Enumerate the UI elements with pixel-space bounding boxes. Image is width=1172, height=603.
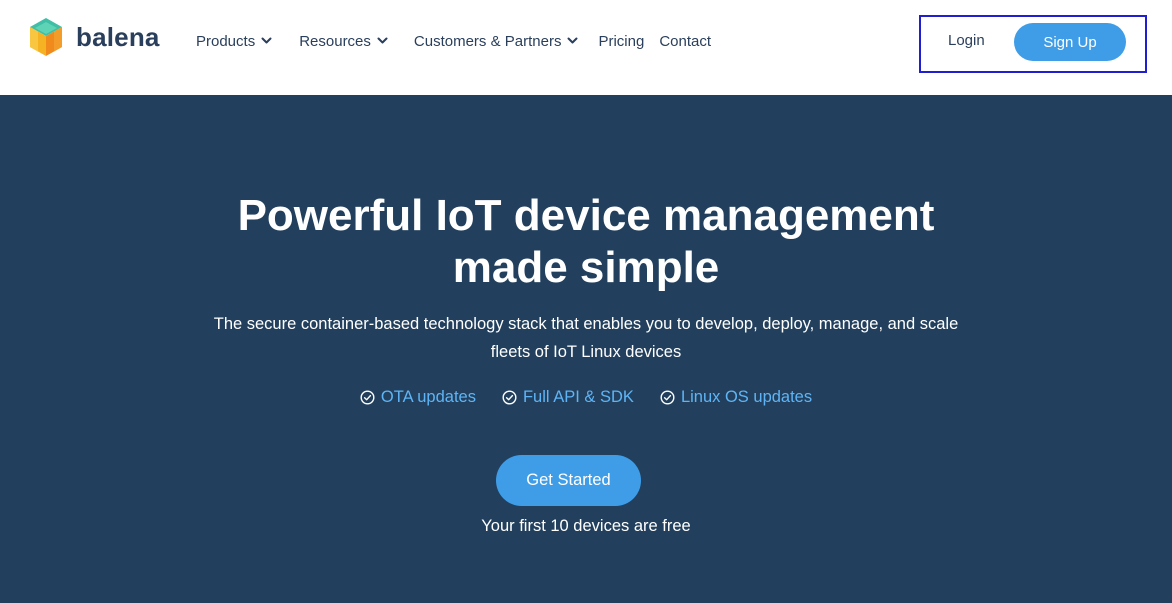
nav-item-label: Products [196,32,256,50]
nav-item-label: Pricing [598,32,645,50]
nav-item-label: Contact [659,32,712,50]
hero-title-line: made simple [452,243,720,292]
hero-subtitle: The secure container-based technology st… [186,310,986,366]
login-link[interactable]: Login [948,32,985,49]
check-circle-icon [660,390,675,405]
feature-label: Linux OS updates [680,388,813,406]
feature-label: Full API & SDK [522,388,634,406]
check-circle-icon [360,390,375,405]
brand-logo[interactable]: balena [27,16,160,58]
chevron-down-icon [377,37,388,44]
sign-up-button[interactable]: Sign Up [1014,23,1126,61]
balena-cube-icon [30,18,62,56]
hero-subtitle-line: The secure container-based technology st… [213,315,959,333]
nav-item-products[interactable]: Products [196,33,272,50]
feature-full-api-sdk[interactable]: Full API & SDK [502,388,634,407]
nav-item-label: Resources [299,32,371,50]
hero-title-line: Powerful IoT device management [237,191,935,240]
auth-actions: Login Sign Up [919,15,1147,73]
site-header: balena Products Resources Customers & Pa… [0,0,1172,95]
nav-item-label: Customers & Partners [413,32,562,50]
hero-section: Powerful IoT device management made simp… [0,95,1172,603]
feature-linux-os-updates[interactable]: Linux OS updates [660,388,812,407]
nav-item-resources[interactable]: Resources [299,33,388,50]
check-circle-icon [502,390,517,405]
hero-subtitle-line: fleets of IoT Linux devices [490,343,682,361]
feature-ota-updates[interactable]: OTA updates [360,388,476,407]
nav-item-contact[interactable]: Contact [659,33,711,50]
main-nav: Products Resources Customers & Partners … [196,0,711,82]
feature-list: OTA updates Full API & SDK Linux OS upda… [0,388,1172,407]
chevron-down-icon [261,37,272,44]
feature-label: OTA updates [380,388,476,406]
chevron-down-icon [567,37,578,44]
get-started-button[interactable]: Get Started [496,455,641,506]
free-devices-note: Your first 10 devices are free [481,517,691,535]
nav-item-pricing[interactable]: Pricing [598,33,644,50]
brand-name: balena [76,21,160,52]
nav-item-customers-partners[interactable]: Customers & Partners [414,33,579,50]
hero-title: Powerful IoT device management made simp… [0,190,1172,294]
